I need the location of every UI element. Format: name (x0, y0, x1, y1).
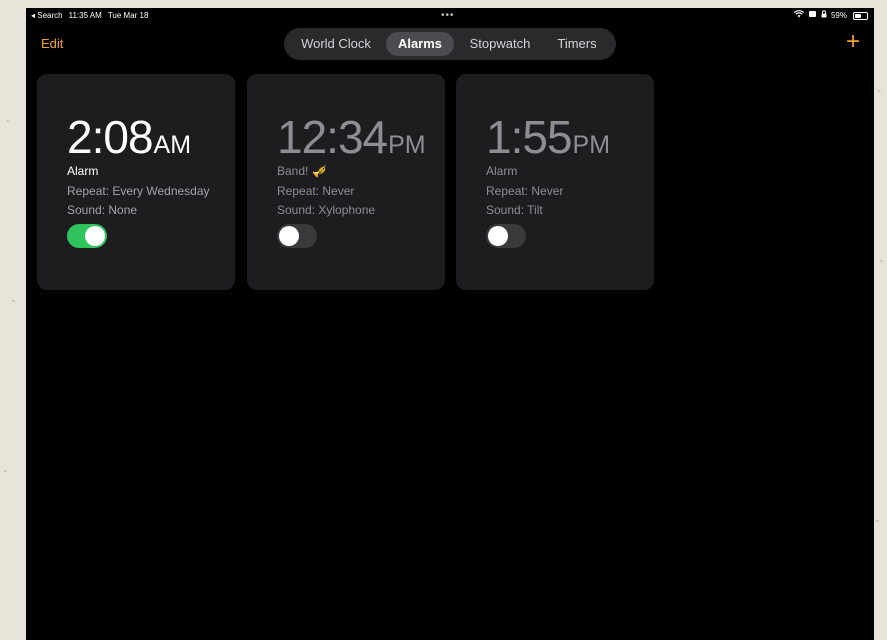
alarm-repeat: Repeat: Never (277, 184, 355, 198)
status-date: Tue Mar 18 (107, 11, 149, 20)
battery-icon (853, 12, 868, 20)
alarm-repeat: Repeat: Every Wednesday (67, 184, 210, 198)
alarm-card[interactable]: 1:55 PM Alarm Repeat: Never Sound: Tilt (456, 74, 654, 290)
wifi-icon (793, 8, 805, 24)
alarm-card[interactable]: 12:34 PM Band! 🎺 Repeat: Never Sound: Xylo… (247, 74, 445, 290)
alarm-card[interactable]: 2:08 AM Alarm Repeat: Every Wednesday Sou… (37, 74, 235, 290)
lock-icon (821, 8, 827, 24)
alarm-sound: Sound: Tilt (486, 203, 543, 217)
alarm-label: Alarm (486, 164, 518, 178)
alarm-toggle[interactable] (67, 224, 107, 248)
alarm-repeat: Repeat: Never (486, 184, 564, 198)
ipad-screen: ◂ Search 11:35 AM Tue Mar 18 ••• 59% Edi… (26, 8, 874, 640)
tab-world-clock[interactable]: World Clock (292, 32, 380, 56)
edit-button[interactable]: Edit (41, 36, 63, 51)
tab-stopwatch[interactable]: Stopwatch (460, 32, 540, 56)
alarm-label: Band! 🎺 (277, 164, 328, 178)
alarm-toggle[interactable] (277, 224, 317, 248)
add-alarm-button[interactable]: + (846, 30, 860, 54)
status-time: 11:35 AM (68, 11, 102, 20)
alarm-time: 12:34 PM (277, 111, 426, 163)
back-to-search-link[interactable]: ◂ Search (31, 8, 63, 24)
battery-percent: 59% (830, 11, 847, 20)
clock-tabs: World Clock Alarms Stopwatch Timers (284, 28, 616, 60)
alarm-time: 2:08 AM (67, 111, 192, 163)
alarm-sound: Sound: Xylophone (277, 203, 376, 217)
tab-alarms[interactable]: Alarms (386, 32, 454, 56)
alarm-sound: Sound: None (67, 203, 138, 217)
status-bar: ◂ Search 11:35 AM Tue Mar 18 ••• 59% (26, 8, 874, 24)
tab-timers[interactable]: Timers (546, 32, 608, 56)
alarm-label: Alarm (67, 164, 99, 178)
screen-rotation-icon (808, 8, 817, 24)
trumpet-icon: 🎺 (312, 164, 328, 178)
multitasking-dots[interactable]: ••• (441, 8, 455, 24)
alarm-time: 1:55 PM (486, 111, 611, 163)
alarm-toggle[interactable] (486, 224, 526, 248)
